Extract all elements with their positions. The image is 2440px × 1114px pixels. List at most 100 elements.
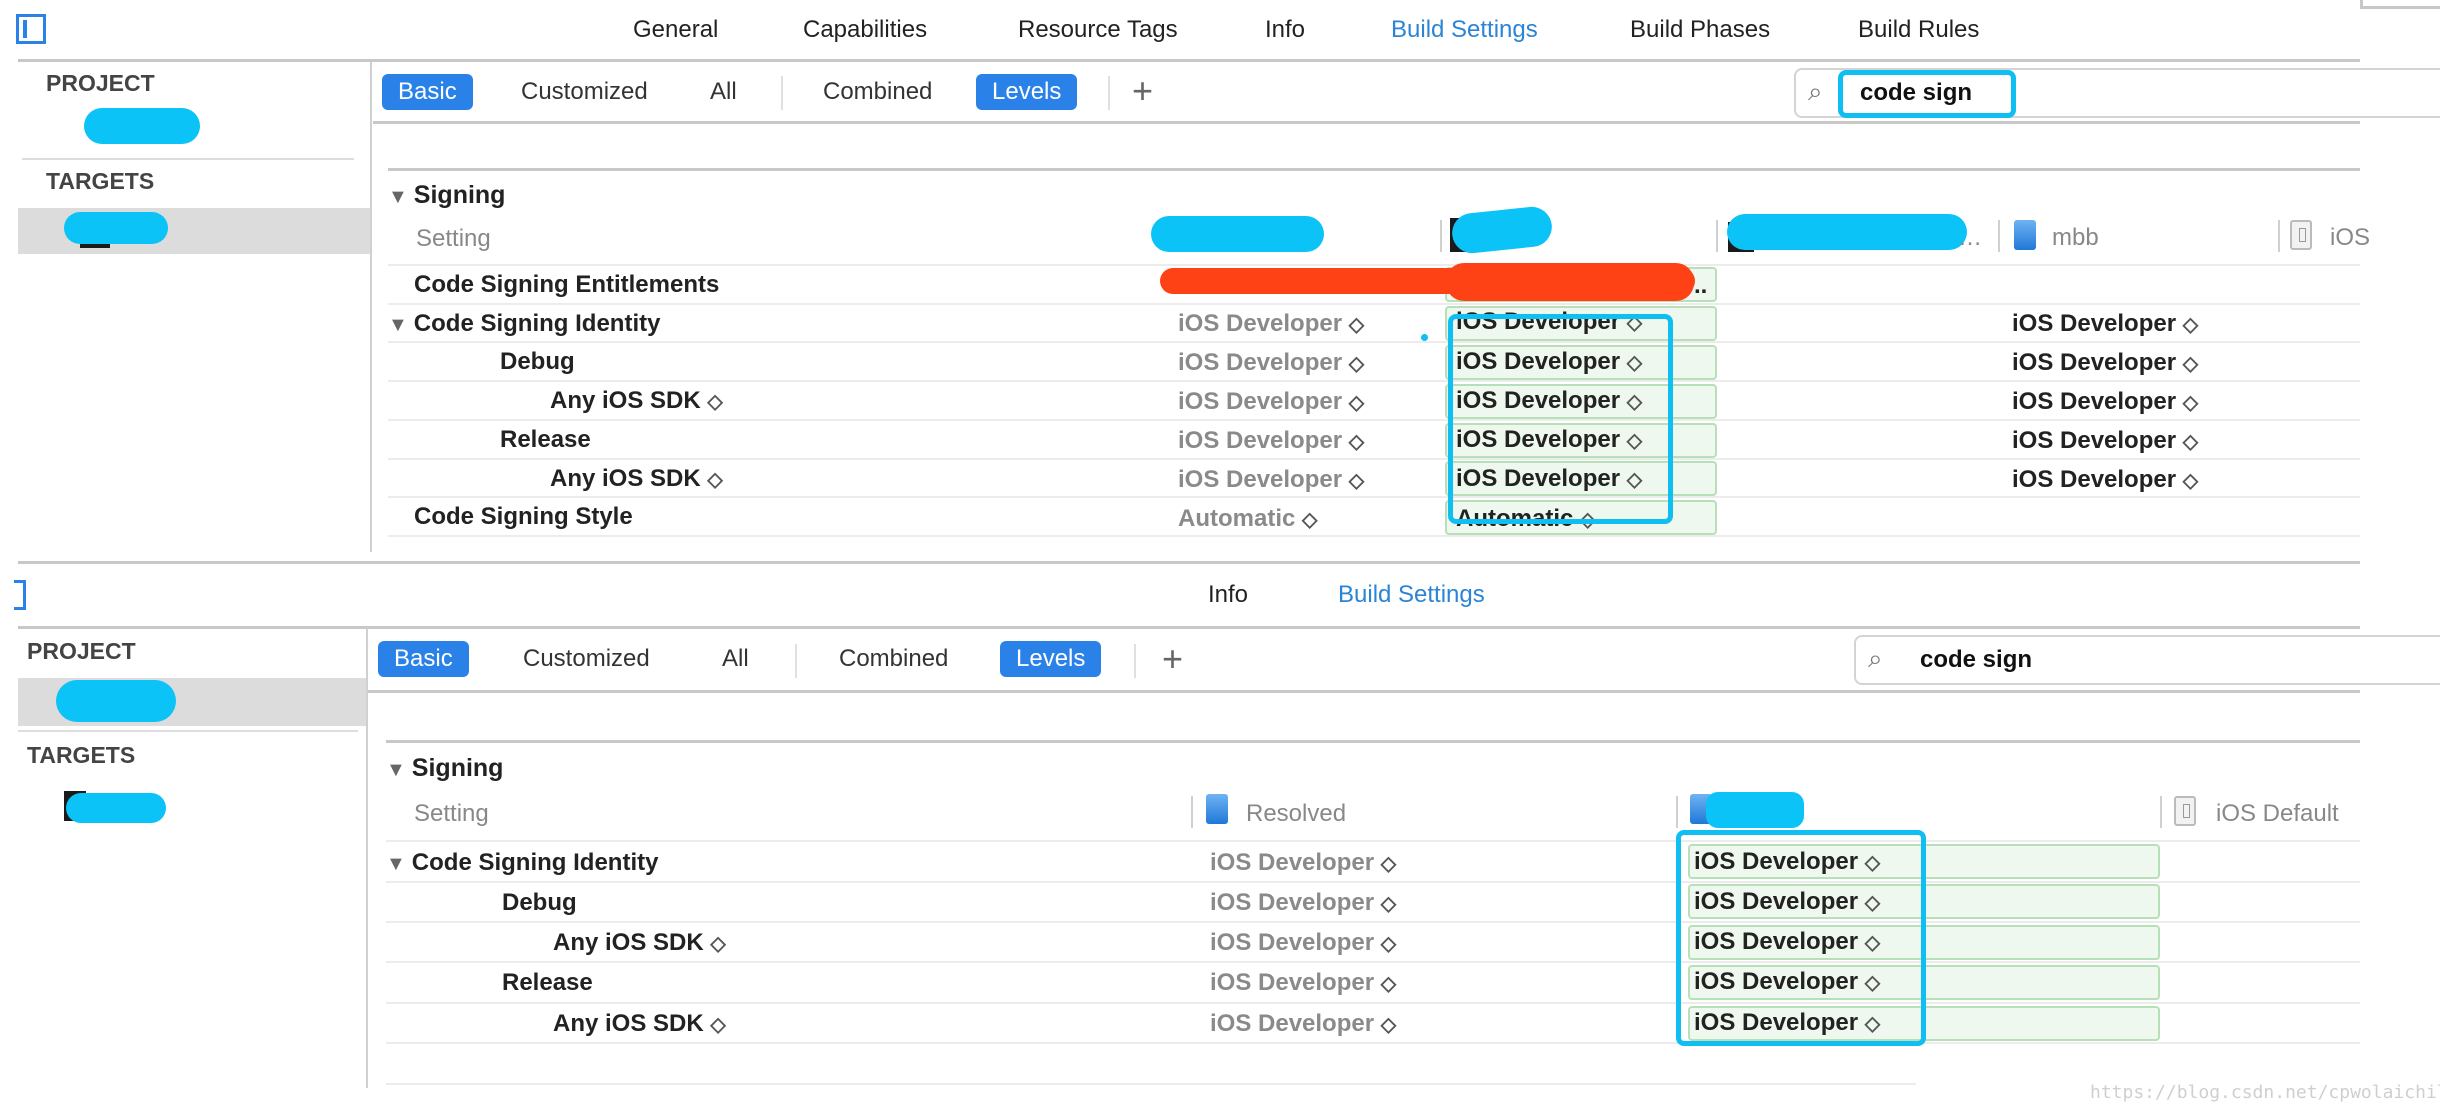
value-text: iOS Developer: [1210, 849, 1375, 876]
tab-build-rules[interactable]: Build Rules: [1858, 16, 1979, 44]
highlight-box: [1448, 314, 1673, 524]
device-icon: [2290, 220, 2312, 250]
resolved-value[interactable]: iOS Developer ◇: [1178, 349, 1364, 377]
setting-column-header: Setting: [414, 800, 489, 827]
section-signing[interactable]: ▼ Signing: [388, 181, 505, 210]
row-label: Release: [502, 969, 593, 996]
stepper-icon[interactable]: ◇: [710, 1014, 725, 1036]
resolved-value[interactable]: iOS Developer ◇: [1210, 849, 1396, 877]
row-divider: [386, 921, 2360, 923]
filter-levels[interactable]: Levels: [1000, 641, 1102, 677]
project-value[interactable]: iOS Developer ◇: [2012, 427, 2198, 455]
project-item-redacted[interactable]: [84, 108, 200, 144]
value-text: iOS Developer: [2012, 388, 2177, 415]
stepper-icon[interactable]: ◇: [707, 391, 722, 413]
row-label[interactable]: ▼ Code Signing Identity: [386, 848, 658, 877]
highlight-box: [1676, 830, 1926, 1046]
row-divider: [388, 535, 2360, 537]
row-divider: [386, 1002, 2360, 1004]
sidebar-toggle-icon[interactable]: [14, 580, 26, 610]
column-separator: [1716, 220, 1718, 252]
filter-customized[interactable]: Customized: [507, 641, 666, 677]
stepper-icon: ◇: [1380, 973, 1397, 995]
filter-customized[interactable]: Customized: [505, 74, 664, 110]
column-separator: [1998, 220, 2000, 252]
column-header-redacted: [1727, 214, 1967, 250]
stepper-icon: ◇: [1348, 470, 1365, 492]
resolved-value[interactable]: iOS Developer ◇: [1210, 969, 1396, 997]
row-label: Code Signing Entitlements: [414, 271, 720, 298]
column-header-ios-default[interactable]: iOS: [2330, 224, 2370, 252]
value-text: Automatic: [1178, 505, 1296, 532]
row-label-text: Any iOS SDK: [550, 387, 701, 414]
column-header-redacted: [1706, 792, 1804, 828]
divider: [22, 158, 354, 160]
resolved-value[interactable]: iOS Developer ◇: [1178, 388, 1364, 416]
project-header: PROJECT: [46, 70, 155, 96]
separator: [1108, 76, 1110, 110]
tab-build-settings[interactable]: Build Settings: [1338, 581, 1485, 609]
sidebar-divider: [370, 62, 372, 552]
target-item-redacted: [64, 212, 168, 244]
column-header-ios-default[interactable]: iOS Default: [2216, 800, 2339, 828]
resolved-value[interactable]: Automatic ◇: [1178, 505, 1317, 533]
disclosure-triangle-icon[interactable]: ▼: [386, 853, 406, 875]
add-setting-button[interactable]: +: [1132, 70, 1153, 112]
tab-build-phases[interactable]: Build Phases: [1630, 16, 1770, 44]
filter-combined[interactable]: Combined: [807, 74, 948, 110]
device-icon: [2174, 796, 2196, 826]
tab-general[interactable]: General: [633, 16, 718, 44]
stepper-icon: ◇: [2182, 470, 2199, 492]
row-label: Any iOS SDK ◇: [550, 387, 723, 415]
resolved-value[interactable]: iOS Developer ◇: [1178, 427, 1364, 455]
search-icon: ⌕: [1868, 643, 1883, 673]
resolved-value[interactable]: iOS Developer ◇: [1178, 466, 1364, 494]
filter-combined[interactable]: Combined: [823, 641, 964, 677]
filter-basic[interactable]: Basic: [382, 74, 473, 110]
resolved-value[interactable]: iOS Developer ◇: [1210, 889, 1396, 917]
window-corner: [2360, 0, 2440, 9]
ellipsis: …: [1958, 224, 1982, 251]
resolved-value[interactable]: iOS Developer ◇: [1178, 310, 1364, 338]
project-value[interactable]: iOS Developer ◇: [2012, 466, 2198, 494]
tab-info[interactable]: Info: [1265, 16, 1305, 44]
target-item-redacted[interactable]: [66, 793, 166, 823]
row-divider: [386, 881, 2360, 883]
tab-capabilities[interactable]: Capabilities: [803, 16, 927, 44]
filter-all[interactable]: All: [706, 641, 765, 677]
disclosure-triangle-icon[interactable]: ▼: [388, 314, 408, 336]
resolved-value[interactable]: iOS Developer ◇: [1210, 929, 1396, 957]
stepper-icon[interactable]: ◇: [707, 469, 722, 491]
disclosure-triangle-icon[interactable]: ▼: [388, 186, 408, 208]
tab-build-settings[interactable]: Build Settings: [1391, 16, 1538, 44]
row-label: Any iOS SDK ◇: [550, 465, 723, 493]
project-value[interactable]: iOS Developer ◇: [2012, 310, 2198, 338]
filter-levels[interactable]: Levels: [976, 74, 1078, 110]
project-value[interactable]: iOS Developer ◇: [2012, 388, 2198, 416]
separator: [781, 76, 783, 110]
row-label: Code Signing Style: [414, 503, 633, 530]
filter-all[interactable]: All: [694, 74, 753, 110]
stepper-icon: ◇: [1348, 431, 1365, 453]
search-input[interactable]: code sign: [1920, 646, 2032, 674]
column-header-resolved[interactable]: Resolved: [1246, 800, 1346, 828]
disclosure-triangle-icon[interactable]: ▼: [386, 759, 406, 781]
stepper-icon[interactable]: ◇: [710, 933, 725, 955]
separator: [1134, 644, 1136, 678]
tab-resource-tags[interactable]: Resource Tags: [1018, 16, 1178, 44]
row-label: Any iOS SDK ◇: [553, 1010, 726, 1038]
app-icon: [1206, 794, 1228, 824]
section-signing[interactable]: ▼ Signing: [386, 754, 503, 783]
watermark: https://blog.csdn.net/cpwolaichile: [2090, 1082, 2440, 1103]
sidebar-toggle-icon[interactable]: [16, 14, 46, 44]
add-setting-button[interactable]: +: [1162, 638, 1183, 680]
row-label-text: Any iOS SDK: [550, 465, 701, 492]
column-header-mbb[interactable]: mbb: [2052, 224, 2099, 252]
filter-basic[interactable]: Basic: [378, 641, 469, 677]
resolved-value[interactable]: iOS Developer ◇: [1210, 1010, 1396, 1038]
search-field[interactable]: ⌕ code sign: [1854, 635, 2440, 685]
tab-info[interactable]: Info: [1208, 581, 1248, 609]
stepper-icon: ◇: [2182, 392, 2199, 414]
project-value[interactable]: iOS Developer ◇: [2012, 349, 2198, 377]
row-label[interactable]: ▼ Code Signing Identity: [388, 309, 660, 338]
